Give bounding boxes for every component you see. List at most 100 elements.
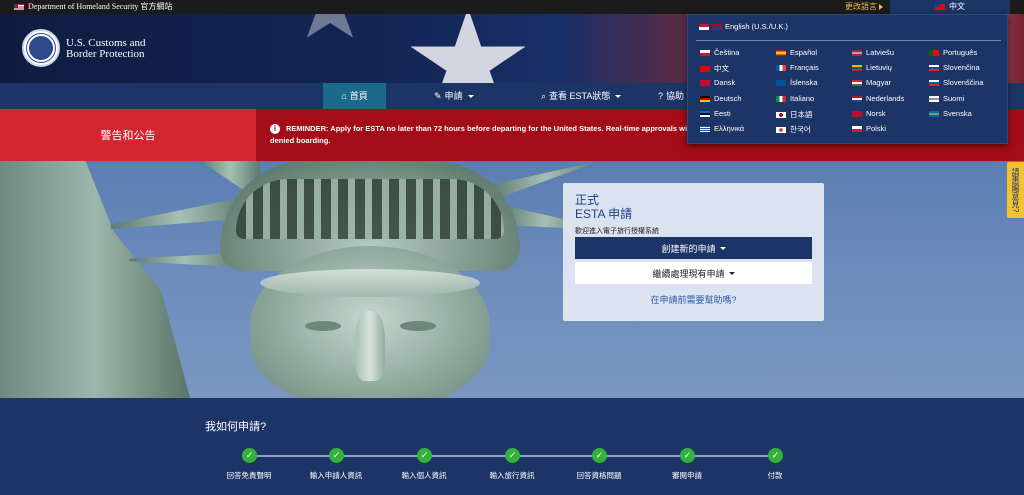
language-option[interactable]: Polski [852,124,886,133]
language-option-label: Slovenčina [943,63,980,72]
nav-check-status-label: 查看 ESTA狀態 [549,91,611,101]
dhs-banner-text: Department of Homeland Security 官方網站 [28,2,173,11]
flag-star-decoration [291,14,369,38]
step-label: 輸入旅行資訊 [489,471,535,480]
language-option[interactable]: Svenska [929,109,972,118]
create-new-application-button[interactable]: 創建新的申請 [575,237,812,259]
language-option[interactable]: Magyar [852,78,891,87]
language-option[interactable]: 한국어 [776,124,811,135]
panel-title-esta: ESTA 申請 [575,207,633,221]
language-option-label: Polski [866,124,887,133]
uk-flag-icon [712,23,722,30]
finland-flag-icon [929,95,939,102]
language-option-label: Suomi [943,94,965,103]
japan-flag-icon [776,111,786,118]
language-option[interactable]: Português [929,48,977,57]
language-option-label: Magyar [866,78,892,87]
help-before-apply-link[interactable]: 在申請前需要幫助嗎? [563,293,824,306]
france-flag-icon [776,64,786,71]
nav-check-status[interactable]: ⌕ 查看 ESTA狀態 [541,83,622,109]
statue-eye-image [305,321,341,331]
language-option-label: Íslenska [790,78,818,87]
chevron-down-icon [728,271,735,275]
language-option-label: Français [790,63,819,72]
flag-star-decoration [410,14,526,83]
panel-subtitle: 歡迎進入電子旅行授權系統 [575,228,659,235]
language-option[interactable]: Nederlands [852,94,904,103]
statue-arm-image [0,161,190,398]
language-option[interactable]: 日本語 [776,109,813,120]
language-option-label: 日本語 [790,110,813,119]
language-option[interactable]: Eesti [700,109,731,118]
nav-help-label: 協助 [666,91,685,101]
language-option[interactable]: Čeština [700,48,739,57]
italy-flag-icon [776,95,786,102]
latvia-flag-icon [852,49,862,56]
create-new-application-label: 創建新的申請 [661,243,716,254]
taiwan-flag-icon [700,65,710,72]
continue-application-button[interactable]: 繼續處理現有申請 [575,262,812,284]
cbp-seal-logo[interactable] [22,29,60,67]
info-icon: i [270,124,280,134]
language-option[interactable]: Ελληνικά [700,124,744,133]
search-icon: ⌕ [541,91,547,101]
nav-apply-label: 申請 [444,91,463,101]
nav-apply[interactable]: ✎ 申請 [434,83,474,109]
language-option-label: Eesti [714,109,731,118]
pencil-icon: ✎ [434,91,442,101]
language-option-label: Svenska [943,109,972,118]
cbp-logo-text[interactable]: U.S. Customs and Border Protection [66,38,145,60]
portugal-flag-icon [929,49,939,56]
poland-flag-icon [852,125,862,132]
language-option[interactable]: 中文 [700,63,729,74]
language-option-english[interactable]: English (U.S./U.K.) [699,22,788,31]
language-option[interactable]: Slovenčina [929,63,980,72]
language-option-label: 한국어 [790,125,811,134]
denmark-flag-icon [700,79,710,86]
netherlands-flag-icon [852,95,862,102]
change-language-link[interactable]: 更改語言 [845,0,877,14]
panel-title-official: 正式 [575,193,600,207]
chevron-down-icon [615,94,622,98]
step-check-icon: ✓ [417,448,432,463]
language-option-label: Čeština [714,48,740,57]
continue-application-label: 繼續處理現有申請 [652,268,725,279]
language-option[interactable]: Deutsch [700,94,742,103]
language-option[interactable]: Français [776,63,819,72]
germany-flag-icon [700,95,710,102]
alerts-title[interactable]: 警告和公告 [0,109,256,161]
lithuania-flag-icon [852,64,862,71]
language-option-label: Dansk [714,78,736,87]
language-option-label: Lietuvių [866,63,892,72]
seal-emblem-icon [27,34,55,62]
step-check-icon: ✓ [505,448,520,463]
step-check-icon: ✓ [329,448,344,463]
language-option[interactable]: Italiano [776,94,814,103]
home-icon: ⌂ [341,91,347,101]
language-option-label: English (U.S./U.K.) [725,22,788,31]
language-option[interactable]: Lietuvių [852,63,892,72]
language-option[interactable]: Dansk [700,78,735,87]
us-flag-icon [699,23,709,30]
current-language-button[interactable]: 中文 [890,0,1010,14]
org-name-line2: Border Protection [66,48,145,60]
nav-help[interactable]: ? 協助 [658,83,684,109]
step-label: 付款 [767,471,783,480]
slovakia-flag-icon [929,64,939,71]
language-option[interactable]: Norsk [852,109,886,118]
language-option-label: Español [790,48,818,57]
statue-eye-image [400,321,436,331]
language-option[interactable]: Latviešu [852,48,894,57]
caret-right-icon [879,4,883,10]
hero-image [0,161,1024,398]
language-option-label: Ελληνικά [714,124,745,133]
language-option[interactable]: Slovenščina [929,78,983,87]
crown-windows-image [236,179,504,239]
language-option[interactable]: Español [776,48,817,57]
hungary-flag-icon [852,79,862,86]
nav-home[interactable]: ⌂ 首頁 [323,83,386,109]
feedback-tab[interactable]: 請惠賜意見? [1007,162,1024,218]
language-option[interactable]: Suomi [929,94,964,103]
language-option[interactable]: Íslenska [776,78,818,87]
gov-banner: Department of Homeland Security 官方網站 更改語… [0,0,1024,14]
